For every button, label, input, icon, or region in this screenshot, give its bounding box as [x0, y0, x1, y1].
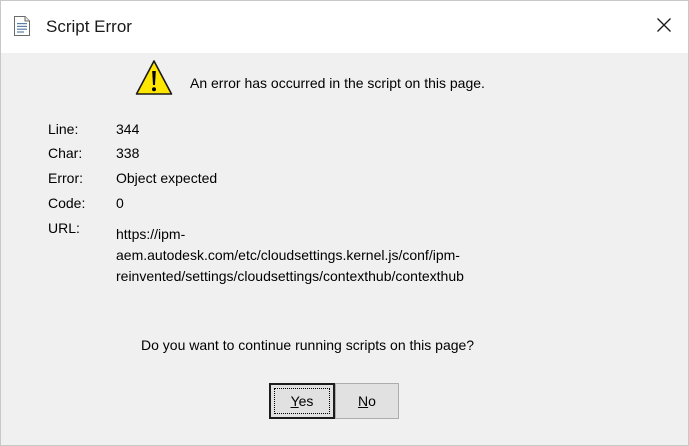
error-label: Error: [48, 170, 83, 186]
yes-button-label: Yes [290, 393, 314, 409]
code-value: 0 [116, 195, 124, 211]
no-button-label: No [358, 393, 376, 409]
line-label: Line: [48, 121, 79, 137]
line-value: 344 [116, 121, 140, 137]
title-bar[interactable]: Script Error [1, 1, 688, 53]
error-headline: An error has occurred in the script on t… [190, 75, 485, 91]
url-line: https://ipm- [116, 226, 186, 242]
url-line: aem.autodesk.com/etc/cloudsettings.kerne… [116, 247, 460, 263]
warning-icon [135, 59, 173, 97]
continue-question: Do you want to continue running scripts … [141, 337, 475, 353]
no-button[interactable]: No [335, 383, 399, 419]
code-label: Code: [48, 195, 86, 211]
dialog-title: Script Error [46, 17, 132, 36]
document-icon [13, 16, 31, 36]
char-label: Char: [48, 145, 83, 161]
close-icon [656, 17, 672, 38]
url-label: URL: [48, 220, 80, 236]
error-value: Object expected [116, 170, 218, 186]
script-error-dialog: Script Error An error has occurred in th… [0, 0, 689, 446]
close-button[interactable] [640, 1, 688, 53]
yes-button[interactable]: Yes [269, 383, 335, 419]
char-value: 338 [116, 145, 140, 161]
url-value: https://ipm- aem.autodesk.com/etc/clouds… [116, 224, 464, 287]
url-line: reinvented/settings/cloudsettings/contex… [116, 268, 464, 284]
